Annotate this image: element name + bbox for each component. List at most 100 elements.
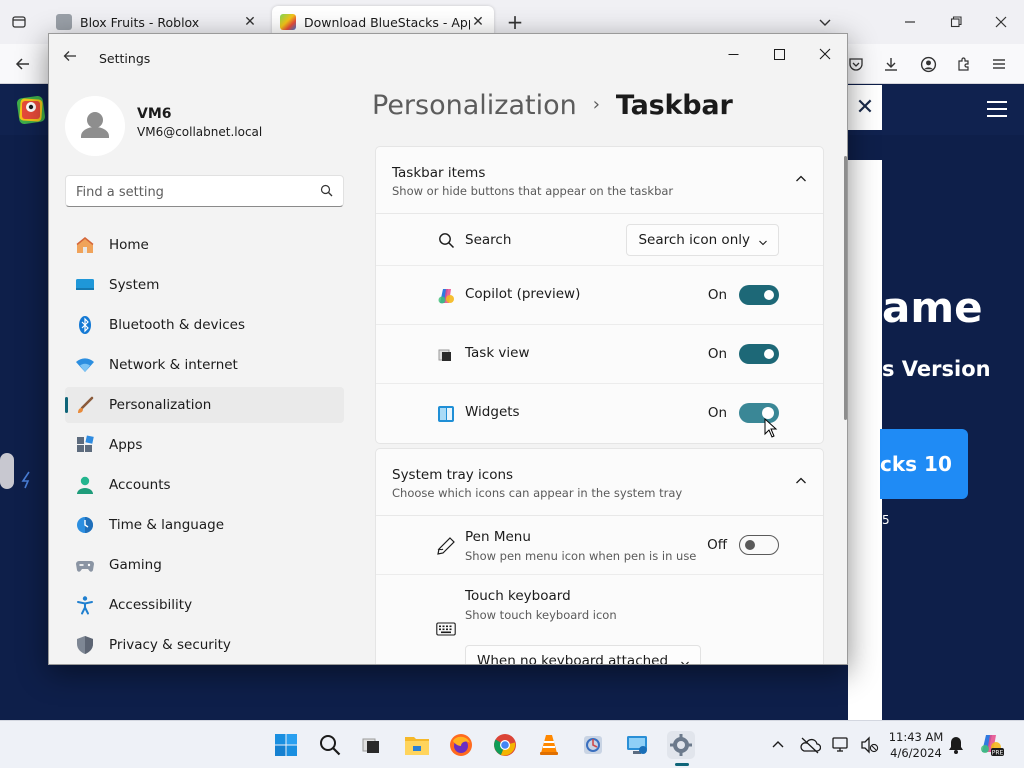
nav-item-label: Privacy & security [109,637,231,653]
active-app-indicator [675,763,689,766]
svg-text:PRE: PRE [992,750,1004,757]
tab-label: Download BlueStacks - App Pla [304,14,470,30]
task-view-icon [436,345,456,365]
firefox-icon[interactable] [447,731,475,759]
nav-item-label: Network & internet [109,357,238,373]
touch-keyboard-dropdown[interactable]: When no keyboard attached [465,645,702,664]
nav-item-gaming[interactable]: Gaming [65,547,344,583]
search-icon[interactable] [320,184,333,201]
task-view-taskbar-icon[interactable] [358,731,386,759]
browser-minimize-icon[interactable] [898,12,922,32]
nav-item-label: Accessibility [109,597,193,613]
tab-close-icon[interactable]: ✕ [242,14,258,30]
browser-restore-icon[interactable] [944,12,968,32]
windows-taskbar: 11:43 AM 4/6/2024 PRE [0,720,1024,768]
nav-item-label: Personalization [109,397,212,413]
notification-bell-icon[interactable] [942,731,970,759]
nav-item-privacy[interactable]: Privacy & security [65,627,344,663]
account-icon[interactable] [918,54,938,74]
settings-back-arrow-icon[interactable] [63,48,77,67]
taskbar-clock[interactable]: 11:43 AM 4/6/2024 [884,729,948,761]
pen-menu-label: Pen Menu [465,529,531,545]
taskbar-items-header[interactable]: Taskbar items Show or hide buttons that … [376,147,823,214]
tab-list-icon [12,16,26,28]
nav-item-home[interactable]: Home [65,227,344,263]
nav-item-label: Bluetooth & devices [109,317,246,333]
user-avatar-icon [65,96,125,156]
home-icon [75,235,95,255]
find-setting-search-box[interactable] [65,175,344,207]
onedrive-icon[interactable] [796,731,824,759]
browser-close-icon[interactable] [989,12,1013,32]
task-view-toggle[interactable] [739,344,779,364]
decorative-bolt-icon [20,471,34,493]
content-scrollbar[interactable] [844,156,847,420]
dropdown-value: Search icon only [638,232,750,248]
nav-item-network[interactable]: Network & internet [65,347,344,383]
settings-maximize-icon[interactable] [761,40,797,68]
search-mode-dropdown[interactable]: Search icon only [626,224,779,256]
web-menu-icon[interactable] [986,99,1008,123]
nav-item-time-language[interactable]: Time & language [65,507,344,543]
tab-overview-button[interactable] [8,12,30,32]
chevron-down-icon [758,236,768,252]
pen-menu-toggle[interactable] [739,535,779,555]
web-popup-close-button[interactable]: ✕ [848,85,882,130]
nav-item-system[interactable]: System [65,267,344,303]
touch-keyboard-subtitle: Show touch keyboard icon [465,608,617,622]
copilot-toggle[interactable] [739,285,779,305]
show-hidden-icons-chevron-icon[interactable] [764,731,792,759]
search-row: Search Search icon only [376,214,823,266]
new-tab-button[interactable]: + [504,10,526,34]
nav-item-bluetooth[interactable]: Bluetooth & devices [65,307,344,343]
network-icon [75,355,95,375]
settings-taskbar-icon[interactable] [667,731,695,766]
utility-app-icon[interactable] [579,731,607,759]
network-status-icon[interactable] [828,731,856,759]
system-tray-header[interactable]: System tray icons Choose which icons can… [376,449,823,516]
taskbar-search-icon[interactable] [316,731,344,759]
decorative-shape-icon [0,453,14,489]
profile-email: VM6@collabnet.local [137,125,263,139]
widgets-icon [436,404,456,424]
nav-item-label: Time & language [109,517,225,533]
chevron-up-icon[interactable] [795,475,807,491]
extensions-icon[interactable] [954,54,974,74]
nav-item-label: Accounts [109,477,171,493]
avatar[interactable] [65,96,125,156]
pocket-icon[interactable] [846,54,866,74]
personalization-icon [75,395,95,415]
vlc-icon[interactable] [535,731,563,759]
apps-icon [75,435,95,455]
file-explorer-icon[interactable] [403,731,431,759]
nav-item-label: System [109,277,160,293]
widgets-state: On [707,405,727,421]
settings-minimize-icon[interactable] [715,40,751,68]
downloads-icon[interactable] [881,54,901,74]
web-download-button[interactable]: cks 10 [880,429,968,499]
chrome-icon[interactable] [491,731,519,759]
pen-menu-state: Off [707,537,727,553]
nav-item-accounts[interactable]: Accounts [65,467,344,503]
profile-name: VM6 [137,106,172,122]
chevron-up-icon[interactable] [795,173,807,189]
volume-muted-icon[interactable] [856,731,884,759]
settings-close-icon[interactable] [807,40,843,68]
back-arrow-icon[interactable] [12,54,34,74]
start-button-icon[interactable] [272,731,300,759]
bluetooth-icon [75,315,95,335]
copilot-taskbar-icon[interactable]: PRE [978,731,1006,759]
copilot-row: Copilot (preview) On [376,266,823,325]
tab-list-chevron-icon[interactable] [815,12,835,32]
breadcrumb-parent[interactable]: Personalization [372,90,577,121]
remote-desktop-icon[interactable] [623,731,651,759]
nav-item-apps[interactable]: Apps [65,427,344,463]
nav-item-personalization[interactable]: Personalization [65,387,344,423]
search-input[interactable] [76,182,306,202]
nav-item-accessibility[interactable]: Accessibility [65,587,344,623]
mouse-cursor-icon [764,417,778,442]
accessibility-icon [75,595,95,615]
tab-close-icon[interactable]: ✕ [470,14,486,30]
accounts-icon [75,475,95,495]
menu-icon[interactable] [989,54,1009,74]
